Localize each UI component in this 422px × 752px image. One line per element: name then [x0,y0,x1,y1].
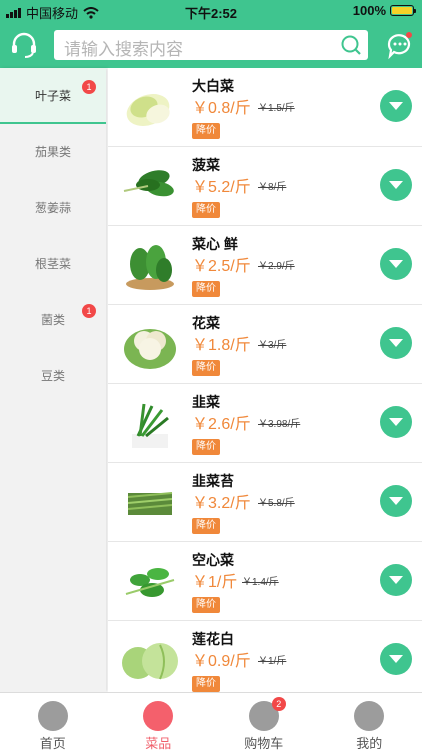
search-icon[interactable] [340,34,362,56]
price-drop-tag: 降价 [192,123,220,139]
product-name: 空心菜 [192,550,234,570]
chives-image [118,392,182,454]
category-item-leafy[interactable]: 叶子菜 1 [0,68,106,124]
product-name: 菜心 鲜 [192,234,238,254]
category-label: 菌类 [41,313,65,327]
chevron-down-icon[interactable] [380,248,412,280]
status-bar: 中国移动 下午2:52 100% [0,0,422,22]
headset-icon[interactable] [9,30,39,60]
product-original-price: ￥5.8/斤 [258,494,295,509]
category-label: 根茎菜 [35,257,71,271]
product-item[interactable]: 韭菜苔 ￥3.2/斤 ￥5.8/斤 降价 [108,463,422,542]
message-icon[interactable] [385,30,415,60]
chive-stem-image [118,471,182,533]
battery-icon [390,5,414,16]
category-badge: 1 [82,80,96,94]
product-original-price: ￥1.4/斤 [242,573,279,588]
product-item[interactable]: 花菜 ￥1.8/斤 ￥3/斤 降价 [108,305,422,384]
chevron-down-icon[interactable] [380,643,412,675]
product-list: 大白菜 ￥0.8/斤 ￥1.5/斤 降价 菠菜 ￥5.2/斤 ￥8/斤 降价 菜… [108,68,422,692]
tab-label: 我的 [317,733,422,752]
chevron-down-icon[interactable] [380,90,412,122]
spinach-image [118,155,182,217]
price-drop-tag: 降价 [192,597,220,613]
product-price: ￥1.8/斤 [192,331,251,355]
tab-products[interactable]: 菜品 [106,693,212,751]
product-item[interactable]: 大白菜 ￥0.8/斤 ￥1.5/斤 降价 [108,68,422,147]
product-item[interactable]: 韭菜 ￥2.6/斤 ￥3.98/斤 降价 [108,384,422,463]
chevron-down-icon[interactable] [380,564,412,596]
product-item[interactable]: 菠菜 ￥5.2/斤 ￥8/斤 降价 [108,147,422,226]
tab-home[interactable]: 首页 [0,693,106,751]
product-name: 大白菜 [192,76,234,96]
category-item-beans[interactable]: 豆类 [0,348,106,404]
water-spinach-image [118,550,182,612]
product-original-price: ￥3/斤 [258,336,286,351]
product-price: ￥2.5/斤 [192,252,251,276]
category-item-nightshade[interactable]: 茄果类 [0,124,106,180]
product-price: ￥2.6/斤 [192,410,251,434]
product-original-price: ￥3.98/斤 [258,415,300,430]
product-price: ￥0.9/斤 [192,647,251,671]
product-price: ￥1/斤 [192,568,237,592]
user-icon [354,701,384,731]
tab-cart[interactable]: 2 购物车 [211,693,317,751]
category-sidebar: 叶子菜 1 茄果类 葱姜蒜 根茎菜 菌类 1 豆类 [0,68,106,692]
product-name: 韭菜苔 [192,471,234,491]
category-label: 葱姜蒜 [35,201,71,215]
product-price: ￥3.2/斤 [192,489,251,513]
search-bar[interactable]: 请输入搜索内容 [54,30,368,60]
chevron-down-icon[interactable] [380,169,412,201]
product-original-price: ￥8/斤 [258,178,286,193]
chevron-down-icon[interactable] [380,327,412,359]
product-original-price: ￥1.5/斤 [258,99,295,114]
tab-label: 菜品 [106,733,212,752]
product-original-price: ￥2.9/斤 [258,257,295,272]
chevron-down-icon[interactable] [380,406,412,438]
round-cabbage-image [118,629,182,691]
product-item[interactable]: 空心菜 ￥1/斤 ￥1.4/斤 降价 [108,542,422,621]
product-price: ￥0.8/斤 [192,94,251,118]
product-price: ￥5.2/斤 [192,173,251,197]
cart-badge: 2 [272,697,286,711]
product-name: 菠菜 [192,155,220,175]
top-header: 请输入搜索内容 [0,22,422,68]
product-name: 花菜 [192,313,220,333]
tab-label: 购物车 [211,733,317,752]
price-drop-tag: 降价 [192,439,220,455]
search-input[interactable]: 请输入搜索内容 [64,35,183,60]
chevron-down-icon[interactable] [380,485,412,517]
product-name: 莲花白 [192,629,234,649]
category-item-root[interactable]: 根茎菜 [0,236,106,292]
price-drop-tag: 降价 [192,281,220,297]
price-drop-tag: 降价 [192,360,220,376]
price-drop-tag: 降价 [192,202,220,218]
choy-sum-image [118,234,182,296]
product-name: 韭菜 [192,392,220,412]
battery-percent: 100% [353,3,386,18]
cabbage-image [118,76,182,138]
category-label: 豆类 [41,369,65,383]
price-drop-tag: 降价 [192,676,220,692]
category-label: 茄果类 [35,145,71,159]
category-badge: 1 [82,304,96,318]
category-item-mushroom[interactable]: 菌类 1 [0,292,106,348]
category-item-onion-ginger-garlic[interactable]: 葱姜蒜 [0,180,106,236]
category-label: 叶子菜 [35,89,71,103]
tab-profile[interactable]: 我的 [317,693,422,751]
price-drop-tag: 降价 [192,518,220,534]
cauliflower-image [118,313,182,375]
tab-label: 首页 [0,733,106,752]
product-item[interactable]: 菜心 鲜 ￥2.5/斤 ￥2.9/斤 降价 [108,226,422,305]
product-original-price: ￥1/斤 [258,652,286,667]
home-icon [38,701,68,731]
product-item[interactable]: 莲花白 ￥0.9/斤 ￥1/斤 降价 [108,621,422,692]
bottom-tab-bar: 首页 菜品 2 购物车 我的 [0,692,422,751]
basket-icon [143,701,173,731]
